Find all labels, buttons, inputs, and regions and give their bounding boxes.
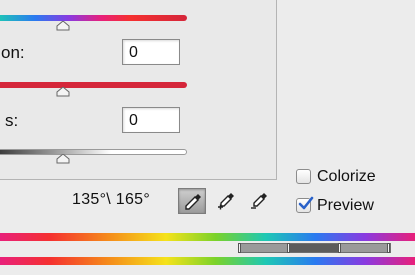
lightness-label: s: xyxy=(5,111,19,130)
hue-range-core[interactable] xyxy=(289,244,339,252)
hue-range-inner-left-handle[interactable] xyxy=(287,243,290,253)
saturation-slider-thumb[interactable] xyxy=(56,87,70,97)
lightness-input[interactable]: 0 xyxy=(122,107,180,133)
saturation-slider-track[interactable] xyxy=(0,82,187,88)
hue-spectrum-top xyxy=(0,233,415,241)
colorize-checkbox[interactable] xyxy=(296,169,311,184)
eyedropper-add-button[interactable] xyxy=(212,188,240,214)
hue-range-right-handle[interactable] xyxy=(387,243,390,253)
hue-range-readout: 135°\ 165° xyxy=(72,191,151,208)
eyedropper-button[interactable] xyxy=(178,188,206,214)
hue-range-left-handle[interactable] xyxy=(238,243,241,253)
hue-range-inner-right-handle[interactable] xyxy=(338,243,341,253)
adjustment-panel: on: 0 s: 0 xyxy=(0,0,277,180)
lightness-slider-track[interactable] xyxy=(0,149,187,155)
eyedropper-subtract-button[interactable] xyxy=(245,188,273,214)
hue-spectrum-bottom xyxy=(0,257,415,265)
checkmark-icon xyxy=(298,196,314,210)
lightness-slider-thumb[interactable] xyxy=(56,154,70,164)
hue-range-selector[interactable] xyxy=(238,243,391,253)
hue-slider-track[interactable] xyxy=(0,15,187,21)
hue-slider-thumb[interactable] xyxy=(56,21,70,31)
saturation-input[interactable]: 0 xyxy=(122,39,180,65)
preview-checkbox[interactable] xyxy=(296,196,314,213)
saturation-label: on: xyxy=(1,43,25,62)
preview-label: Preview xyxy=(317,197,374,214)
colorize-label: Colorize xyxy=(317,168,376,185)
